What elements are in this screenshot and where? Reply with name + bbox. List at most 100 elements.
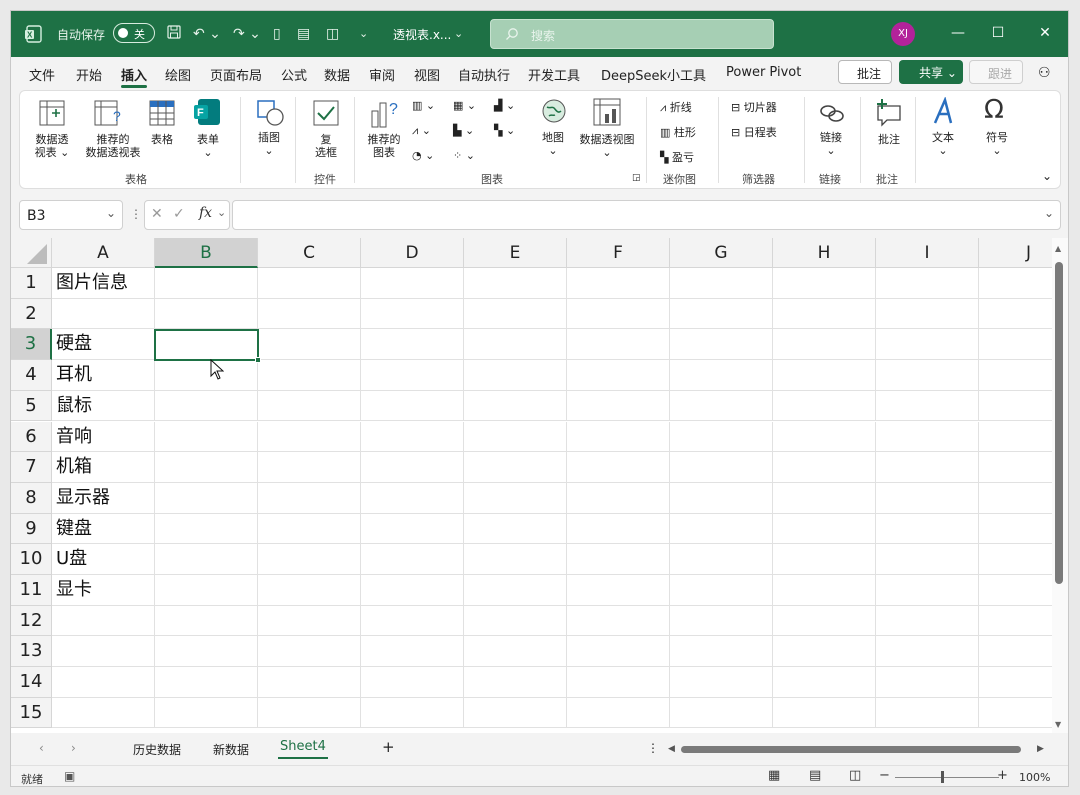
recommended-charts-button[interactable]: 推荐的 图表 [364, 133, 404, 159]
cell-d1[interactable] [361, 268, 464, 299]
column-header-e[interactable]: E [464, 238, 567, 268]
comments-button[interactable]: 批注 [838, 60, 892, 84]
cell-c11[interactable] [258, 575, 361, 606]
cell-h14[interactable] [773, 667, 876, 698]
row-header-1[interactable]: 1 [11, 268, 52, 299]
cell-f9[interactable] [567, 513, 670, 545]
row-header-13[interactable]: 13 [11, 636, 52, 668]
cell-j6[interactable] [979, 422, 1052, 453]
cell-j3[interactable] [979, 329, 1052, 361]
customize-toolbar-icon[interactable]: ⌄ [359, 24, 368, 44]
cell-j10[interactable] [979, 544, 1052, 575]
cell-a5[interactable]: 鼠标 [52, 390, 155, 422]
row-header-8[interactable]: 8 [11, 482, 52, 514]
coauthor-icon[interactable]: ⚇ [1038, 65, 1051, 81]
tab-review[interactable]: 审阅 [369, 65, 395, 84]
cell-g9[interactable] [670, 513, 773, 545]
cell-c10[interactable] [258, 544, 361, 575]
waterfall-chart-icon[interactable]: ▟ ⌄ [494, 99, 515, 112]
cell-a12[interactable] [52, 605, 155, 637]
pivot-chart-button[interactable]: 数据透视图 ⌄ [574, 133, 640, 159]
charts-dialog-launcher-icon[interactable]: ◲ [632, 173, 641, 183]
cell-d5[interactable] [361, 390, 464, 422]
worksheet-grid[interactable]: A B C D E F G H I J 1 图片信息 2 3 硬盘 4 耳机 5 鼠标 6 音响 7 机… [11, 238, 1052, 733]
cell-b9[interactable] [155, 513, 258, 545]
cell-j7[interactable] [979, 452, 1052, 483]
cell-b15[interactable] [155, 697, 258, 729]
column-header-i[interactable]: I [876, 238, 979, 268]
cell-e9[interactable] [464, 513, 567, 545]
cell-e6[interactable] [464, 421, 567, 453]
cell-a9[interactable]: 键盘 [52, 513, 155, 545]
scatter-chart-icon[interactable]: ⁘ ⌄ [453, 149, 475, 162]
cell-c8[interactable] [258, 482, 361, 514]
cell-a7[interactable]: 机箱 [52, 452, 155, 483]
cell-j5[interactable] [979, 391, 1052, 422]
row-header-6[interactable]: 6 [11, 421, 52, 453]
cell-i2[interactable] [876, 298, 979, 330]
cell-a3[interactable]: 硬盘 [52, 329, 155, 361]
cell-e11[interactable] [464, 575, 567, 606]
cell-d11[interactable] [361, 575, 464, 606]
cell-d12[interactable] [361, 605, 464, 637]
cell-h12[interactable] [773, 605, 876, 637]
scroll-right-icon[interactable]: ▶ [1037, 744, 1044, 754]
cell-b2[interactable] [155, 298, 258, 330]
line-chart-icon[interactable]: ⩘ ⌄ [412, 124, 431, 138]
cell-b5[interactable] [155, 390, 258, 422]
zoom-level[interactable]: 100% [1019, 771, 1050, 784]
cell-i15[interactable] [876, 697, 979, 729]
zoom-in-icon[interactable]: + [997, 768, 1008, 783]
cell-e10[interactable] [464, 544, 567, 575]
link-button[interactable]: 链接 ⌄ [816, 131, 846, 157]
row-header-10[interactable]: 10 [11, 544, 52, 575]
timeline-button[interactable]: ⊟ 日程表 [731, 124, 777, 140]
cell-i6[interactable] [876, 421, 979, 453]
zoom-slider[interactable] [895, 777, 999, 778]
cell-e2[interactable] [464, 298, 567, 330]
cell-a2[interactable] [52, 298, 155, 330]
cell-d3[interactable] [361, 329, 464, 361]
cell-a4[interactable]: 耳机 [52, 360, 155, 391]
cell-e14[interactable] [464, 667, 567, 698]
horizontal-scroll-thumb[interactable] [681, 746, 1021, 753]
cell-h13[interactable] [773, 636, 876, 668]
file-name-chevron-icon[interactable]: ⌄ [454, 24, 463, 44]
cell-b4[interactable] [155, 360, 258, 391]
sheet-tab-history[interactable]: 历史数据 [133, 741, 181, 758]
cell-c1[interactable] [258, 268, 361, 299]
cell-e12[interactable] [464, 605, 567, 637]
cell-h3[interactable] [773, 329, 876, 361]
slicer-button[interactable]: ⊟ 切片器 [731, 99, 777, 115]
next-sheet-icon[interactable]: › [71, 741, 76, 755]
column-header-b[interactable]: B [155, 238, 258, 268]
row-header-7[interactable]: 7 [11, 452, 52, 483]
column-header-d[interactable]: D [361, 238, 464, 268]
cell-h5[interactable] [773, 390, 876, 422]
cell-c13[interactable] [258, 636, 361, 668]
minimize-icon[interactable]: — [948, 23, 968, 43]
row-header-2[interactable]: 2 [11, 298, 52, 330]
name-box-chevron-icon[interactable]: ⌄ [106, 206, 116, 220]
cell-g6[interactable] [670, 421, 773, 453]
cell-e15[interactable] [464, 697, 567, 729]
column-chart-icon[interactable]: ▥ ⌄ [412, 99, 435, 112]
cell-i8[interactable] [876, 482, 979, 514]
cell-c6[interactable] [258, 421, 361, 453]
column-header-h[interactable]: H [773, 238, 876, 268]
cell-b10[interactable] [155, 544, 258, 575]
zoom-out-icon[interactable]: − [879, 768, 890, 783]
cell-a1[interactable]: 图片信息 [52, 268, 155, 299]
row-header-15[interactable]: 15 [11, 697, 52, 729]
cell-c7[interactable] [258, 452, 361, 483]
redo-icon[interactable]: ↷ ⌄ [233, 24, 261, 44]
share-button[interactable]: 共享 ⌄ [899, 60, 963, 84]
cell-h9[interactable] [773, 513, 876, 545]
cell-j14[interactable] [979, 667, 1052, 698]
sparkline-line-button[interactable]: ⩘ 折线 [660, 99, 692, 115]
fill-handle[interactable] [255, 357, 261, 363]
cell-b14[interactable] [155, 667, 258, 698]
cell-h4[interactable] [773, 360, 876, 391]
cell-d15[interactable] [361, 697, 464, 729]
tab-split-handle-icon[interactable]: ⋮ [647, 741, 659, 755]
